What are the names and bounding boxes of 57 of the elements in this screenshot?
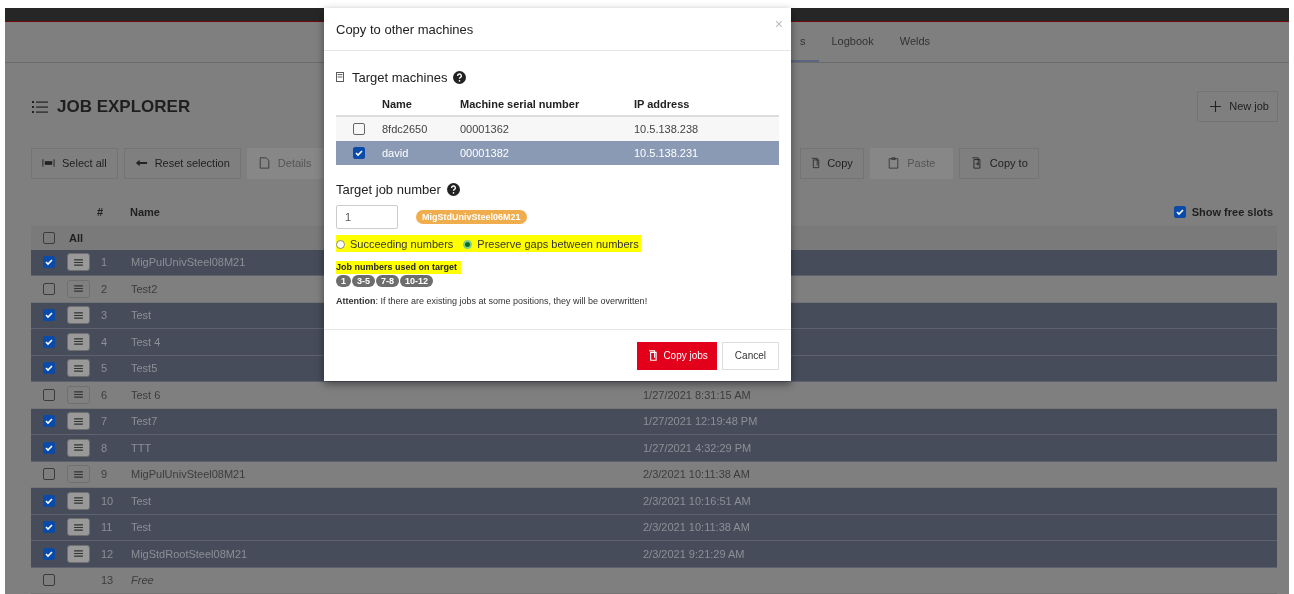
table-cell: Test7 bbox=[131, 415, 158, 428]
table-cell: Test bbox=[131, 309, 152, 322]
table-cell-text: 13 bbox=[101, 574, 115, 587]
table-cell: Test2 bbox=[131, 282, 158, 295]
table-cell: Free bbox=[131, 574, 154, 587]
checkbox-label: Show free slots bbox=[1191, 205, 1273, 218]
column-header: Name bbox=[382, 98, 413, 110]
table-cell: 1/27/2021 8:31:15 AM bbox=[643, 388, 751, 401]
table-cell: MigPulUnivSteel08M21 bbox=[131, 256, 246, 269]
table-cell: Test bbox=[131, 521, 152, 534]
table-cell: 2/3/2021 10:16:51 AM bbox=[643, 494, 751, 507]
job-number-pill: 7-8 bbox=[376, 274, 400, 287]
table-cell-text: 5 bbox=[101, 362, 109, 375]
column-header: Machine serial number bbox=[460, 98, 581, 110]
table-cell-text: 10.5.138.231 bbox=[634, 147, 700, 159]
table-cell: MigPulUnivSteel08M21 bbox=[131, 468, 246, 481]
table-cell: Test 4 bbox=[131, 335, 161, 348]
table-cell-text: 1 bbox=[101, 256, 109, 269]
table-cell-text: 6 bbox=[101, 388, 109, 401]
table-cell: 2/3/2021 10:11:38 AM bbox=[643, 468, 750, 481]
column-header: Name bbox=[130, 205, 160, 218]
table-cell: 1/27/2021 12:19:48 PM bbox=[643, 415, 758, 428]
table-cell: Test5 bbox=[131, 362, 158, 375]
table-cell-text: 8fdc2650 bbox=[382, 123, 429, 135]
table-cell: MigStdRootSteel08M21 bbox=[131, 547, 248, 560]
table-cell-text: 00001362 bbox=[460, 123, 510, 135]
table-cell: Test 6 bbox=[131, 388, 161, 401]
table-cell-text: 12 bbox=[101, 547, 115, 560]
table-cell-text: 7 bbox=[101, 415, 109, 428]
job-number-pill: 3-5 bbox=[352, 274, 376, 287]
section-heading: Target machines bbox=[352, 69, 448, 85]
section-heading: Target job number bbox=[336, 181, 441, 197]
job-number-pill: 10-12 bbox=[400, 274, 434, 287]
dialog-title: Copy to other machines bbox=[336, 21, 474, 37]
table-cell: TTT bbox=[131, 441, 152, 454]
table-cell: 1/27/2021 4:32:29 PM bbox=[643, 441, 752, 454]
table-cell-text: 3 bbox=[101, 309, 109, 322]
table-cell: 2/3/2021 9:21:29 AM bbox=[643, 547, 745, 560]
table-cell: 2/3/2021 10:11:38 AM bbox=[643, 521, 750, 534]
column-header: IP address bbox=[634, 98, 691, 110]
job-number-pill: 1 bbox=[336, 274, 351, 287]
used-numbers-label: Job numbers used on target bbox=[336, 260, 462, 274]
table-cell-text: 2 bbox=[101, 282, 109, 295]
job-name-badge: MigStdUnivSteel06M21 bbox=[416, 210, 527, 224]
table-cell-text: 4 bbox=[101, 335, 109, 348]
table-cell: Test bbox=[131, 494, 152, 507]
table-cell-text: 00001382 bbox=[460, 147, 510, 159]
column-header: # bbox=[97, 205, 105, 218]
table-cell-text: david bbox=[382, 147, 410, 159]
warning-text: Attention: If there are existing jobs at some positions, they will be overwritten! bbox=[336, 295, 649, 306]
page-title: JOB EXPLORER bbox=[57, 97, 191, 118]
table-cell-text: 9 bbox=[101, 468, 109, 481]
table-cell-text: 11 bbox=[101, 521, 114, 534]
table-cell-text: 10 bbox=[101, 494, 115, 507]
select-all-label: All bbox=[69, 232, 84, 244]
table-cell-text: 8 bbox=[101, 441, 109, 454]
table-cell-text: 10.5.138.238 bbox=[634, 123, 700, 135]
